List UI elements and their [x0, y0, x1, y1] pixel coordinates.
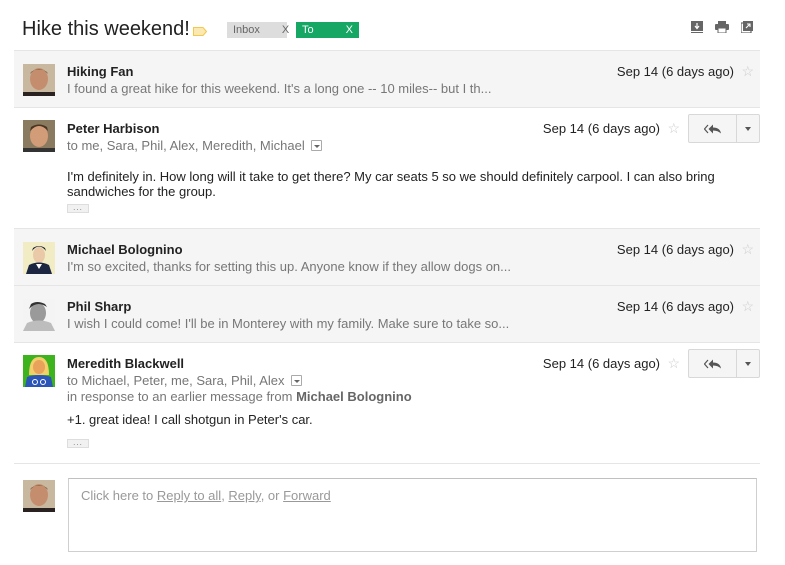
reply-link[interactable]: Reply [228, 488, 260, 503]
recipients-text: to Michael, Peter, me, Sara, Phil, Alex [67, 373, 285, 388]
sender-name: Peter Harbison [67, 121, 160, 136]
message-date: Sep 14 (6 days ago) [616, 242, 734, 257]
show-trimmed-content-button[interactable]: ... [67, 204, 89, 213]
message-body: +1. great idea! I call shotgun in Peter'… [67, 412, 313, 427]
remove-tag-button[interactable]: X [346, 22, 353, 38]
avatar [23, 242, 55, 274]
forward-link[interactable]: Forward [283, 488, 331, 503]
quick-reply: Click here to Reply to all, Reply, or Fo… [14, 464, 760, 565]
reply-all-icon [703, 359, 721, 368]
reply-box[interactable]: Click here to Reply to all, Reply, or Fo… [68, 478, 757, 552]
recipients: to Michael, Peter, me, Sara, Phil, Alex [67, 373, 302, 388]
avatar [23, 64, 55, 96]
message-item[interactable]: Hiking Fan I found a great hike for this… [14, 51, 760, 108]
show-details-icon[interactable] [310, 140, 322, 151]
in-response-prefix: in response to an earlier message from [67, 389, 293, 404]
reply-prompt: Click here to Reply to all, Reply, or Fo… [81, 488, 331, 503]
in-response-sender[interactable]: Michael Bolognino [296, 389, 412, 404]
message-item: Meredith Blackwell to Michael, Peter, me… [14, 343, 760, 464]
reply-to-all-link[interactable]: Reply to all [157, 488, 221, 503]
star-icon[interactable]: ☆ [741, 63, 754, 80]
reply-prompt-prefix: Click here to [81, 488, 157, 503]
separator: , or [260, 488, 284, 503]
thread-header: Hike this weekend! Inbox X To Do X [0, 0, 785, 52]
message-snippet: I found a great hike for this weekend. I… [67, 81, 492, 96]
tag-label: Inbox [233, 24, 260, 36]
sender-name: Michael Bolognino [67, 242, 183, 257]
avatar [23, 120, 55, 152]
reply-button-group [688, 114, 760, 143]
reply-all-icon [703, 124, 721, 133]
message-body: I'm definitely in. How long will it take… [67, 169, 715, 199]
star-icon[interactable]: ☆ [741, 298, 754, 315]
star-icon[interactable]: ☆ [667, 355, 680, 372]
message-snippet: I'm so excited, thanks for setting this … [67, 259, 511, 274]
star-icon[interactable]: ☆ [741, 241, 754, 258]
sender-name: Hiking Fan [67, 64, 134, 79]
avatar [23, 355, 55, 387]
show-trimmed-content-button[interactable]: ... [67, 439, 89, 448]
remove-tag-button[interactable]: X [282, 22, 289, 38]
message-snippet: I wish I could come! I'll be in Monterey… [67, 316, 510, 331]
star-icon[interactable]: ☆ [667, 120, 680, 137]
recipients-text: to me, Sara, Phil, Alex, Meredith, Micha… [67, 138, 305, 153]
tag-inbox[interactable]: Inbox X [227, 22, 289, 38]
sender-name: Phil Sharp [67, 299, 132, 314]
print-icon[interactable] [715, 21, 729, 34]
message-thread: Hiking Fan I found a great hike for this… [14, 50, 760, 464]
more-actions-dropdown[interactable] [737, 115, 759, 142]
message-date: Sep 14 (6 days ago) [542, 121, 660, 136]
reply-all-button[interactable] [689, 350, 737, 377]
message-item: Peter Harbison to me, Sara, Phil, Alex, … [14, 108, 760, 229]
message-date: Sep 14 (6 days ago) [616, 299, 734, 314]
sender-name: Meredith Blackwell [67, 356, 185, 371]
message-date: Sep 14 (6 days ago) [616, 64, 734, 79]
recipients: to me, Sara, Phil, Alex, Meredith, Micha… [67, 138, 322, 153]
more-actions-dropdown[interactable] [737, 350, 759, 377]
tag-todo[interactable]: To Do X [296, 22, 359, 52]
reply-button-group [688, 349, 760, 378]
download-icon[interactable] [691, 21, 703, 33]
message-date: Sep 14 (6 days ago) [542, 356, 660, 371]
message-item[interactable]: Phil Sharp I wish I could come! I'll be … [14, 286, 760, 343]
message-item[interactable]: Michael Bolognino I'm so excited, thanks… [14, 229, 760, 286]
avatar [23, 480, 55, 512]
label-icon[interactable] [193, 27, 207, 36]
new-window-icon[interactable] [740, 21, 753, 34]
reply-all-button[interactable] [689, 115, 737, 142]
in-response-to: in response to an earlier message from M… [67, 389, 412, 404]
thread-subject: Hike this weekend! [22, 18, 190, 40]
show-details-icon[interactable] [290, 375, 302, 386]
avatar [23, 299, 55, 331]
tag-label: To Do [302, 24, 317, 52]
